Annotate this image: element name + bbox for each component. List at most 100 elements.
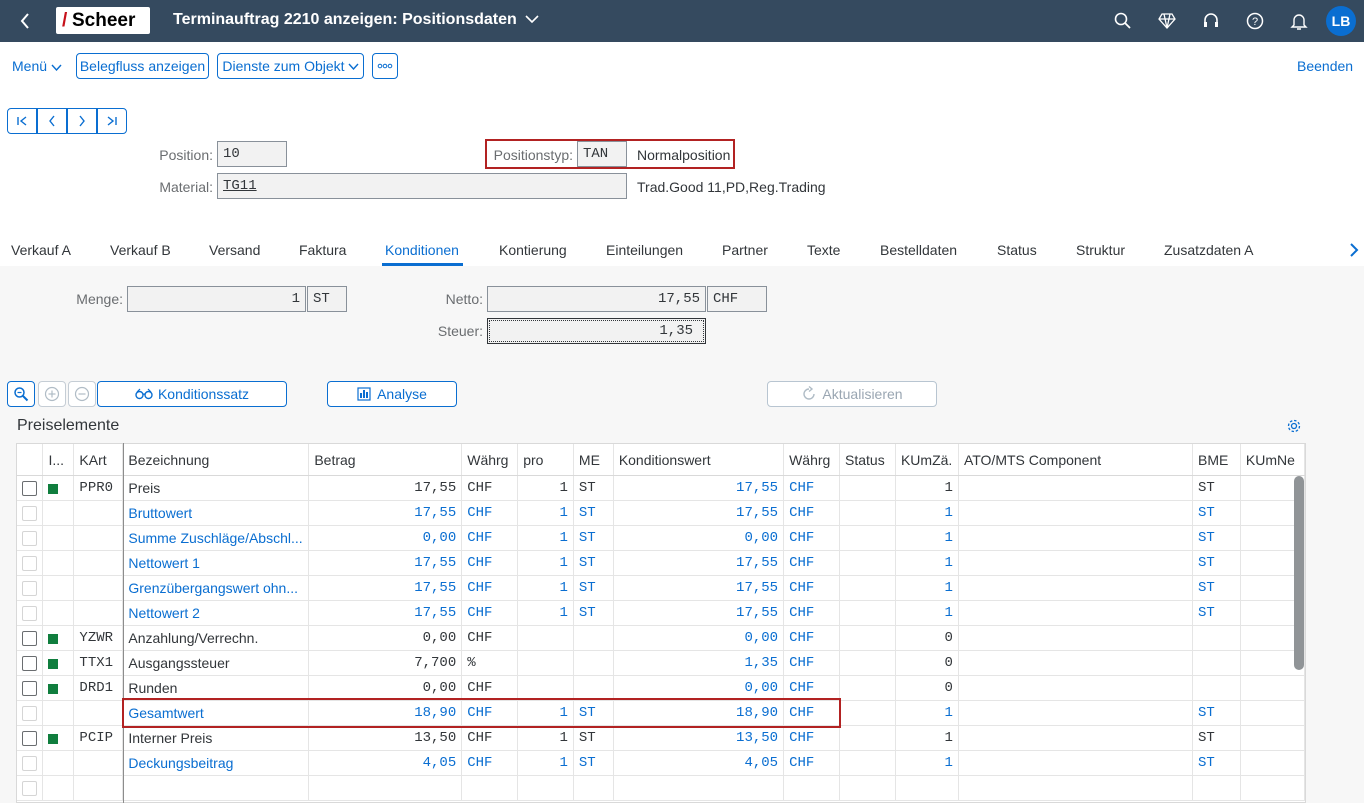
headset-icon[interactable]: [1199, 9, 1223, 33]
tab-status[interactable]: Status: [997, 242, 1037, 258]
positionstyp-field[interactable]: TAN: [577, 141, 627, 167]
row-checkbox[interactable]: [22, 731, 37, 747]
row-checkbox[interactable]: [22, 631, 37, 647]
tab-konditionen[interactable]: Konditionen: [385, 242, 459, 258]
position-field[interactable]: 10: [217, 141, 287, 167]
netto-field[interactable]: 17,55: [487, 286, 706, 312]
row-select-cell[interactable]: [17, 700, 44, 726]
tab-einteilungen[interactable]: Einteilungen: [606, 242, 683, 258]
col-header[interactable]: ME: [573, 444, 614, 476]
material-field[interactable]: TG11: [217, 173, 627, 199]
menge-unit-field[interactable]: ST: [307, 286, 347, 312]
table-row[interactable]: Nettowert 2 17,55 CHF 1 ST 17,55 CHF 1 ST: [17, 600, 1305, 626]
bezeichnung-cell[interactable]: Nettowert 1: [122, 550, 310, 576]
row-select-cell[interactable]: [17, 750, 44, 776]
table-row[interactable]: Deckungsbeitrag 4,05 CHF 1 ST 4,05 CHF 1 ST: [17, 750, 1305, 776]
first-record-button[interactable]: [7, 108, 37, 134]
zoom-button[interactable]: [7, 381, 35, 407]
col-header[interactable]: pro: [517, 444, 574, 476]
row-select-cell[interactable]: [17, 475, 44, 501]
tab-zusatzdaten-a[interactable]: Zusatzdaten A: [1164, 242, 1254, 258]
analyse-button[interactable]: Analyse: [327, 381, 457, 407]
tab-bestelldaten[interactable]: Bestelldaten: [880, 242, 957, 258]
row-checkbox[interactable]: [22, 706, 37, 722]
prev-record-button[interactable]: [37, 108, 67, 134]
netto-currency-field[interactable]: CHF: [707, 286, 767, 312]
col-header[interactable]: KUmNe: [1240, 444, 1305, 476]
bezeichnung-cell[interactable]: Nettowert 2: [122, 600, 310, 626]
last-record-button[interactable]: [97, 108, 127, 134]
row-select-cell[interactable]: [17, 775, 44, 801]
tab-texte[interactable]: Texte: [807, 242, 840, 258]
row-checkbox[interactable]: [22, 556, 37, 572]
tab-struktur[interactable]: Struktur: [1076, 242, 1125, 258]
col-header[interactable]: Konditionswert: [613, 444, 785, 476]
table-row[interactable]: PCIP Interner Preis 13,50 CHF 1 ST 13,50 CHF 1 ST: [17, 725, 1305, 751]
row-select-cell[interactable]: [17, 725, 44, 751]
table-row[interactable]: YZWR Anzahlung/Verrechn. 0,00 CHF 0,00 CHF 0: [17, 625, 1305, 651]
tab-versand[interactable]: Versand: [209, 242, 260, 258]
col-header[interactable]: BME: [1192, 444, 1241, 476]
row-checkbox[interactable]: [22, 781, 37, 797]
belegfluss-button[interactable]: Belegfluss anzeigen: [76, 53, 209, 79]
col-header[interactable]: KArt: [73, 444, 124, 476]
row-checkbox[interactable]: [22, 481, 37, 497]
search-icon[interactable]: [1111, 9, 1135, 33]
table-row[interactable]: TTX1 Ausgangssteuer 7,700% 1,35 CHF 0: [17, 650, 1305, 676]
remove-button[interactable]: [68, 381, 96, 407]
row-checkbox[interactable]: [22, 531, 37, 547]
next-record-button[interactable]: [67, 108, 97, 134]
settings-icon[interactable]: [1286, 418, 1302, 437]
row-select-cell[interactable]: [17, 650, 44, 676]
bell-icon[interactable]: [1287, 9, 1311, 33]
dienste-button[interactable]: Dienste zum Objekt: [217, 53, 364, 79]
tab-verkauf-b[interactable]: Verkauf B: [110, 242, 171, 258]
avatar[interactable]: LB: [1326, 6, 1356, 36]
table-row[interactable]: [17, 775, 1305, 801]
steuer-field[interactable]: 1,35: [487, 318, 706, 344]
row-checkbox[interactable]: [22, 606, 37, 622]
col-header[interactable]: I...: [42, 444, 75, 476]
tab-partner[interactable]: Partner: [722, 242, 768, 258]
col-header[interactable]: Währg: [783, 444, 841, 476]
more-button[interactable]: [372, 53, 398, 79]
col-header[interactable]: KUmZä.: [895, 444, 959, 476]
beenden-button[interactable]: Beenden: [1297, 58, 1353, 74]
back-icon[interactable]: [13, 9, 37, 33]
tab-scroll-right-icon[interactable]: [1349, 242, 1359, 261]
table-row[interactable]: Nettowert 1 17,55 CHF 1 ST 17,55 CHF 1 ST: [17, 550, 1305, 576]
tab-faktura[interactable]: Faktura: [299, 242, 346, 258]
menge-field[interactable]: 1: [127, 286, 306, 312]
tab-verkauf-a[interactable]: Verkauf A: [11, 242, 71, 258]
row-checkbox[interactable]: [22, 581, 37, 597]
table-row[interactable]: PPR0 Preis 17,55 CHF 1 ST 17,55 CHF 1 ST: [17, 475, 1305, 501]
diamond-icon[interactable]: [1155, 9, 1179, 33]
row-select-cell[interactable]: [17, 575, 44, 601]
bezeichnung-cell[interactable]: Summe Zuschläge/Abschl...: [122, 525, 310, 551]
table-row[interactable]: DRD1 Runden 0,00 CHF 0,00 CHF 0: [17, 675, 1305, 701]
row-checkbox[interactable]: [22, 681, 37, 697]
aktualisieren-button[interactable]: Aktualisieren: [767, 381, 937, 407]
row-checkbox[interactable]: [22, 756, 37, 772]
col-header[interactable]: Betrag: [308, 444, 463, 476]
table-row[interactable]: Bruttowert 17,55 CHF 1 ST 17,55 CHF 1 ST: [17, 500, 1305, 526]
col-header[interactable]: Währg: [461, 444, 519, 476]
col-header[interactable]: Status: [839, 444, 896, 476]
row-select-cell[interactable]: [17, 625, 44, 651]
bezeichnung-cell[interactable]: Bruttowert: [122, 500, 310, 526]
row-select-cell[interactable]: [17, 600, 44, 626]
menu-button[interactable]: Menü: [12, 58, 62, 74]
row-select-cell[interactable]: [17, 500, 44, 526]
row-select-cell[interactable]: [17, 675, 44, 701]
row-select-cell[interactable]: [17, 525, 44, 551]
konditionssatz-button[interactable]: Konditionssatz: [97, 381, 287, 407]
table-row[interactable]: Summe Zuschläge/Abschl... 0,00 CHF 1 ST 0,00 C…: [17, 525, 1305, 551]
row-checkbox[interactable]: [22, 506, 37, 522]
bezeichnung-cell[interactable]: Deckungsbeitrag: [122, 750, 310, 776]
tab-kontierung[interactable]: Kontierung: [499, 242, 567, 258]
add-button[interactable]: [38, 381, 66, 407]
table-scrollbar[interactable]: [1294, 476, 1304, 670]
help-icon[interactable]: ?: [1243, 9, 1267, 33]
row-checkbox[interactable]: [22, 656, 37, 672]
col-header[interactable]: ATO/MTS Component: [958, 444, 1193, 476]
